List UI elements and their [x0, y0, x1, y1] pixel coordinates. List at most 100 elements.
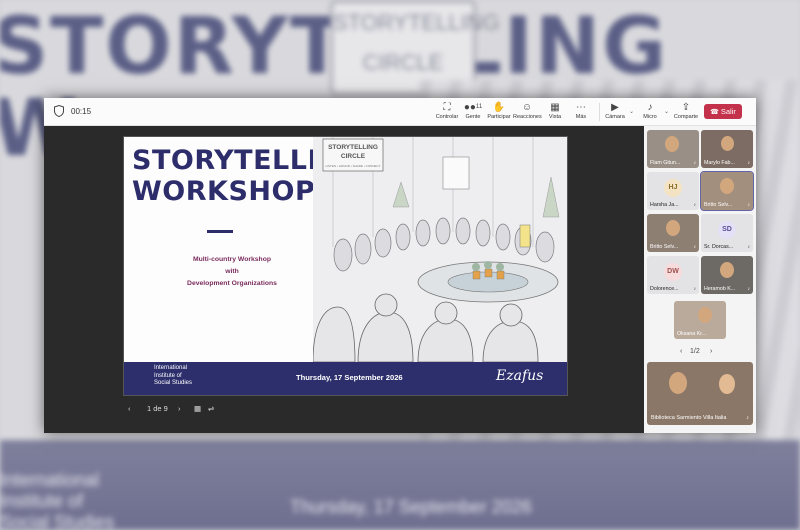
raise-hand-label: Participar [487, 114, 511, 120]
camera-icon: ▶ [611, 102, 619, 113]
illustration-sign-line2: CIRCLE [341, 153, 366, 160]
participant-tile[interactable]: SD Sr. Dorcas... ♪ [701, 214, 753, 252]
participant-tile[interactable]: Britto Selv... ♪ [647, 214, 699, 252]
camera-button[interactable]: ▶ Cámara [601, 101, 629, 120]
participant-name: Biblioteca Sarmiento Villa Italia [651, 415, 727, 421]
slide-subtitle: Multi-country Workshop with Development … [152, 254, 312, 290]
meeting-window: 00:15 ⛶ Controlar ●●11 Gente ✋ Participa… [44, 98, 756, 433]
slide-title: STORYTELLING WORKSHOP [132, 145, 364, 207]
participant-name: Britto Selv... [704, 202, 733, 208]
slide-title-line2: WORKSHOP [132, 176, 316, 207]
view-button[interactable]: ▦ Vista [541, 101, 569, 120]
leave-button[interactable]: ☎ Salir [704, 104, 742, 119]
people-label: Gente [465, 114, 481, 120]
microphone-icon: ♪ [747, 202, 751, 208]
microphone-icon: ♪ [747, 160, 751, 166]
slide-title-underline [207, 230, 233, 233]
leave-label: Salir [720, 107, 736, 116]
participant-tile[interactable]: HJ Harsha Ja... ♪ [647, 172, 699, 210]
next-slide-chevron-icon[interactable]: › [178, 404, 181, 413]
avatar: HJ [664, 179, 682, 197]
microphone-icon: ♪ [693, 286, 697, 292]
view-label: Vista [548, 114, 562, 120]
participant-video [720, 262, 734, 278]
people-button[interactable]: ●●11 Gente [459, 101, 487, 120]
participant-video [721, 136, 734, 151]
share-icon: ⇪ [681, 102, 691, 113]
slide-title-line1: STORYTELLING [132, 145, 364, 176]
share-label: Comparte [673, 114, 699, 120]
meeting-toolbar: 00:15 ⛶ Controlar ●●11 Gente ✋ Participa… [44, 98, 756, 126]
previous-slide-chevron-icon[interactable]: ‹ [128, 404, 131, 413]
reactions-label: Reacciones [513, 114, 542, 120]
participant-video [665, 136, 679, 152]
people-count-badge: 11 [475, 104, 483, 110]
slide-page-indicator: 1 de 9 [147, 404, 168, 413]
microphone-label: Micro [643, 114, 657, 120]
share-screen-label: Controlar [435, 114, 459, 120]
share-button[interactable]: ⇪ Comparte [672, 101, 700, 120]
illustration-sign-line1: STORYTELLING [328, 144, 378, 151]
participant-tile[interactable]: Oksana Kr... [674, 301, 726, 339]
participant-name: Harsha Ja... [650, 202, 679, 208]
microphone-button[interactable]: ♪ Micro [636, 101, 664, 120]
participant-name: Britto Selv... [650, 244, 679, 250]
raise-hand-icon: ✋ [492, 102, 506, 113]
ezafus-logo: Ezafus [496, 368, 544, 384]
institution-name: International Institute of Social Studie… [154, 365, 224, 388]
reactions-button[interactable]: ☺ Reacciones [513, 101, 542, 120]
participant-name: Sr. Dorcas... [704, 244, 734, 250]
avatar: SD [718, 221, 736, 239]
phone-hangup-icon: ☎ [710, 109, 719, 116]
background-institution-line3: Social Studies [0, 512, 115, 530]
institution-line1: International [154, 365, 188, 371]
reactions-icon: ☺ [521, 102, 533, 113]
settings-sliders-icon[interactable]: ⇌ [208, 404, 214, 413]
storytelling-circle-illustration: STORYTELLING CIRCLE LISTEN • HONOR • SHA… [313, 137, 567, 362]
background-date: Thursday, 17 September 2026 [290, 497, 532, 517]
participant-tile[interactable]: Marylo Fab... ♪ [701, 130, 753, 168]
raise-hand-button[interactable]: ✋ Participar [485, 101, 513, 120]
microphone-icon: ♪ [746, 415, 749, 421]
background-institution: International Institute of Social Studie… [0, 470, 114, 530]
participant-tile[interactable]: Heramob K... ♪ [701, 256, 753, 294]
screen-share-icon: ⛶ [443, 102, 451, 113]
camera-label: Cámara [605, 114, 625, 120]
previous-page-chevron-icon[interactable]: ‹ [680, 348, 682, 355]
more-button[interactable]: ⋯ Más [567, 101, 595, 120]
more-icon: ⋯ [576, 102, 586, 113]
participant-video-secondary [719, 374, 735, 394]
next-page-chevron-icon[interactable]: › [710, 348, 712, 355]
grid-view-icon[interactable]: ▦ [194, 404, 201, 413]
microphone-icon: ♪ [693, 244, 697, 250]
institution-line3: Social Studies [154, 380, 193, 386]
participant-name: Oksana Kr... [677, 331, 707, 337]
slide-subtitle-line1: Multi-country Workshop [192, 256, 272, 263]
microphone-icon: ♪ [747, 286, 751, 292]
share-screen-button[interactable]: ⛶ Controlar [433, 101, 461, 120]
participant-name: Flam Gitun... [650, 160, 681, 166]
microphone-icon: ♪ [747, 244, 751, 250]
meeting-timer: 00:15 [71, 107, 92, 116]
participant-tile[interactable]: Britto Selv... ♪ [700, 171, 754, 211]
more-label: Más [575, 114, 587, 120]
microphone-icon: ♪ [693, 202, 697, 208]
participant-gallery: Flam Gitun... ♪ Marylo Fab... ♪ HJ Harsh… [644, 126, 756, 433]
participant-name: Dolorence... [650, 286, 679, 292]
slide-subtitle-line2: with [225, 268, 239, 275]
microphone-options-chevron-icon[interactable]: ⌄ [664, 108, 669, 115]
participant-name: Heramob K... [704, 286, 736, 292]
people-icon: ●●11 [463, 102, 483, 113]
toolbar-divider [599, 103, 600, 121]
shield-icon [54, 105, 64, 117]
participant-video [666, 220, 680, 236]
slide-subtitle-line3: Development Organizations [187, 280, 277, 287]
participant-video [669, 372, 687, 394]
participant-tile[interactable]: Flam Gitun... ♪ [647, 130, 699, 168]
participant-video [720, 178, 734, 194]
institution-line2: Institute of [154, 372, 182, 379]
participant-tile-large[interactable]: Biblioteca Sarmiento Villa Italia ♪ [647, 362, 753, 425]
camera-options-chevron-icon[interactable]: ⌄ [629, 108, 634, 115]
participant-tile[interactable]: DW Dolorence... ♪ [647, 256, 699, 294]
microphone-icon: ♪ [693, 160, 697, 166]
